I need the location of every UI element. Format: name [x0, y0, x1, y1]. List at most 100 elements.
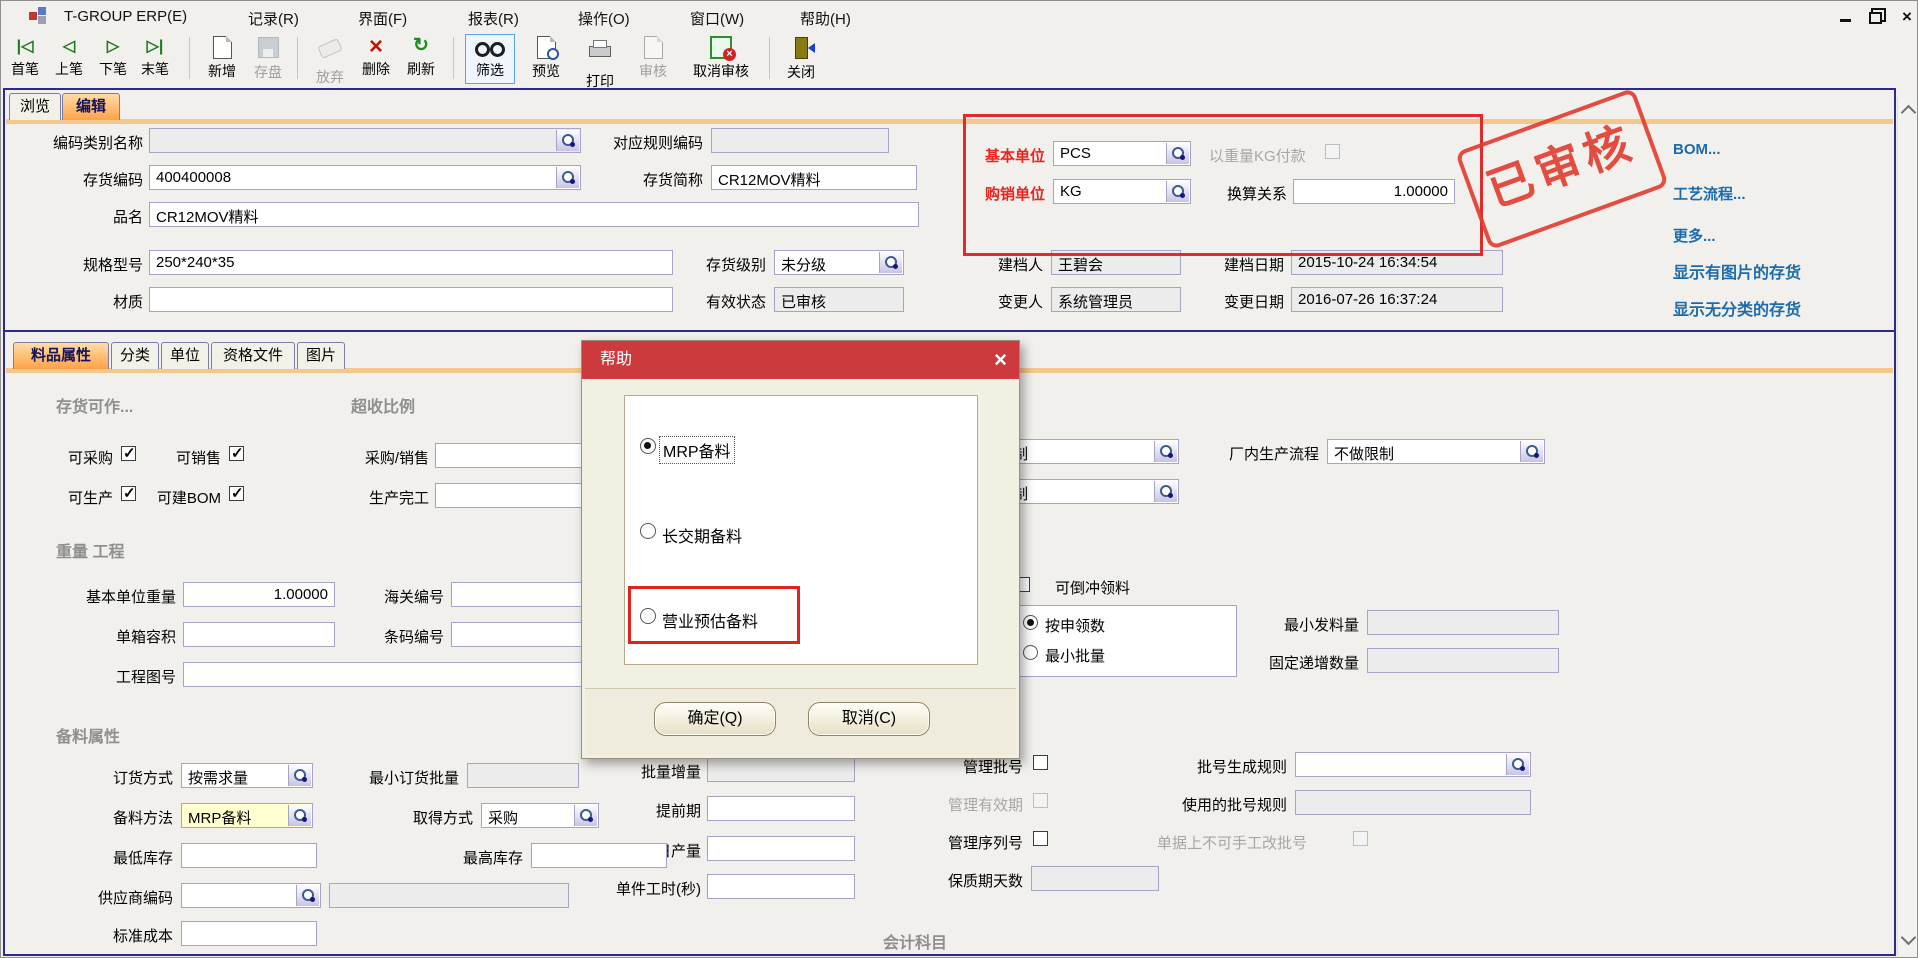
lookup-icon[interactable] — [1166, 143, 1189, 164]
tab-browse[interactable]: 浏览 — [9, 93, 61, 120]
code-category-field[interactable] — [149, 128, 581, 153]
link-show-with-images[interactable]: 显示有图片的存货 — [1673, 259, 1801, 283]
tab-category[interactable]: 分类 — [111, 342, 159, 369]
batch-rule-field[interactable] — [1295, 752, 1531, 777]
tab-qualification[interactable]: 资格文件 — [211, 342, 295, 369]
link-process-flow[interactable]: 工艺流程... — [1673, 183, 1746, 204]
link-bom[interactable]: BOM... — [1673, 141, 1721, 158]
filter-binoculars-icon — [466, 35, 514, 62]
menu-tgroup-erp[interactable]: T-GROUP ERP(E) — [59, 6, 192, 27]
option-long-leadtime-label[interactable]: 长交期备料 — [662, 523, 742, 547]
menu-record[interactable]: 记录(R) — [243, 6, 304, 31]
link-show-unclassified[interactable]: 显示无分类的存货 — [1673, 296, 1801, 320]
max-stock-label: 最高库存 — [453, 847, 523, 868]
max-stock-field[interactable] — [531, 843, 667, 868]
menu-report[interactable]: 报表(R) — [463, 6, 524, 31]
tab-unit[interactable]: 单位 — [161, 342, 209, 369]
issue-by-request-radio[interactable] — [1023, 615, 1038, 630]
option-mrp-radio[interactable] — [640, 438, 656, 454]
option-sales-forecast-radio[interactable] — [640, 608, 656, 624]
acquire-mode-field[interactable]: 采购 — [481, 803, 599, 828]
lookup-icon[interactable] — [1154, 481, 1177, 502]
box-volume-field[interactable] — [183, 622, 335, 647]
supplier-code-field[interactable] — [181, 883, 321, 908]
help-dialog-title[interactable]: 帮助 — [582, 341, 1019, 379]
material-field[interactable] — [149, 287, 673, 312]
manage-batch-checkbox[interactable] — [1033, 755, 1048, 770]
toolbar-print[interactable]: 打印 — [577, 34, 623, 84]
prep-method-field[interactable]: MRP备料 — [181, 803, 313, 828]
menu-window[interactable]: 窗口(W) — [685, 6, 749, 31]
option-mrp-label[interactable]: MRP备料 — [660, 437, 734, 463]
menu-help[interactable]: 帮助(H) — [795, 6, 856, 31]
order-mode-field[interactable]: 按需求量 — [181, 763, 313, 788]
toolbar-preview[interactable]: 预览 — [523, 34, 569, 84]
modifier-label: 变更人 — [973, 291, 1043, 312]
option-long-leadtime-radio[interactable] — [640, 523, 656, 539]
lookup-icon[interactable] — [288, 765, 311, 786]
modify-date-label: 变更日期 — [1206, 291, 1284, 312]
menu-interface[interactable]: 界面(F) — [353, 6, 412, 31]
manage-validity-label: 管理有效期 — [947, 794, 1023, 815]
item-code-field[interactable]: 400400008 — [149, 165, 581, 190]
ok-button[interactable]: 确定(Q) — [654, 702, 776, 736]
toolbar-last[interactable]: ▷|末笔 — [135, 34, 175, 84]
toolbar-first[interactable]: |◁首笔 — [5, 34, 45, 84]
menu-operation[interactable]: 操作(O) — [573, 6, 635, 31]
tab-image[interactable]: 图片 — [297, 342, 345, 369]
minimize-button[interactable] — [1833, 9, 1857, 25]
lookup-icon[interactable] — [574, 805, 597, 826]
spec-field[interactable]: 250*240*35 — [149, 250, 673, 275]
scroll-up-icon[interactable] — [1901, 105, 1917, 121]
fixed-increment-label: 固定递增数量 — [1247, 652, 1359, 673]
toolbar-close[interactable]: 关闭 — [779, 34, 823, 84]
lookup-icon[interactable] — [879, 252, 902, 273]
lookup-icon[interactable] — [296, 885, 319, 906]
vertical-scrollbar[interactable] — [1897, 97, 1918, 955]
factory-flow-field[interactable]: 不做限制 — [1327, 439, 1545, 464]
item-name-field[interactable]: CR12MOV精料 — [149, 202, 919, 227]
min-stock-field[interactable] — [181, 843, 317, 868]
trade-unit-field[interactable]: KG — [1053, 179, 1191, 204]
toolbar-prev[interactable]: ◁上笔 — [49, 34, 89, 84]
factory-flow-label: 厂内生产流程 — [1201, 443, 1319, 464]
conversion-field[interactable]: 1.00000 — [1293, 179, 1455, 204]
lookup-icon[interactable] — [556, 167, 579, 188]
lookup-icon[interactable] — [1520, 441, 1543, 462]
toolbar-new[interactable]: 新增 — [201, 34, 243, 84]
toolbar-delete[interactable]: ×删除 — [355, 34, 397, 84]
issue-min-batch-radio[interactable] — [1023, 645, 1038, 660]
sellable-checkbox[interactable] — [229, 446, 244, 461]
unit-hours-field[interactable] — [707, 874, 855, 899]
cancel-button[interactable]: 取消(C) — [808, 702, 930, 736]
dialog-close-icon[interactable]: × — [994, 347, 1007, 373]
item-abbr-field[interactable]: CR12MOV精料 — [711, 165, 917, 190]
lookup-icon[interactable] — [1166, 181, 1189, 202]
toolbar-filter[interactable]: 筛选 — [465, 34, 515, 84]
level-field[interactable]: 未分级 — [774, 250, 904, 275]
daily-output-field[interactable] — [707, 836, 855, 861]
scroll-down-icon[interactable] — [1901, 930, 1917, 946]
tab-item-attributes[interactable]: 料品属性 — [13, 342, 109, 369]
supplier-name-field — [329, 883, 569, 908]
toolbar-cancel-audit[interactable]: 取消审核 — [679, 34, 763, 84]
lead-time-field[interactable] — [707, 796, 855, 821]
lookup-icon[interactable] — [556, 130, 579, 151]
window-close-button[interactable]: × — [1895, 9, 1918, 25]
tab-edit[interactable]: 编辑 — [62, 93, 120, 120]
base-unit-weight-field[interactable]: 1.00000 — [183, 582, 335, 607]
bom-allowed-checkbox[interactable] — [229, 486, 244, 501]
purchasable-checkbox[interactable] — [121, 446, 136, 461]
std-cost-field[interactable] — [181, 921, 317, 946]
producible-checkbox[interactable] — [121, 486, 136, 501]
link-more[interactable]: 更多... — [1673, 225, 1716, 246]
toolbar-refresh[interactable]: ↻刷新 — [400, 34, 442, 84]
lookup-icon[interactable] — [288, 805, 311, 826]
toolbar-next[interactable]: ▷下笔 — [93, 34, 133, 84]
lookup-icon[interactable] — [1506, 754, 1529, 775]
base-unit-field[interactable]: PCS — [1053, 141, 1191, 166]
lookup-icon[interactable] — [1154, 441, 1177, 462]
restore-button[interactable] — [1863, 9, 1887, 25]
manage-serial-checkbox[interactable] — [1033, 831, 1048, 846]
unit-hours-label: 单件工时(秒) — [583, 878, 701, 899]
